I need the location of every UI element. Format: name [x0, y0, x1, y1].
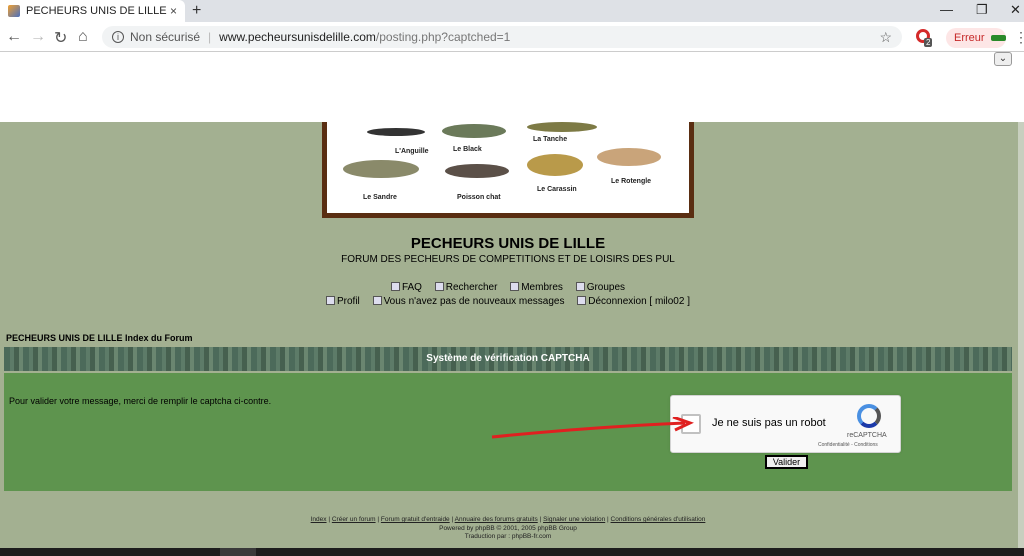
- recaptcha-widget: Je ne suis pas un robot reCAPTCHA Confid…: [670, 395, 901, 453]
- page-viewport: ⌄ L'Anguille Le Black La Tanche Le Sandr…: [0, 52, 1024, 548]
- info-icon[interactable]: i: [112, 31, 124, 43]
- tab-title: PECHEURS UNIS DE LILLE ::: [26, 5, 170, 17]
- nav-faq[interactable]: FAQ: [390, 282, 422, 293]
- battery-icon: [990, 35, 1006, 41]
- profile-icon: [325, 296, 335, 305]
- header-whitespace: [0, 52, 1024, 122]
- divider: |: [208, 30, 212, 44]
- nav-groups[interactable]: Groupes: [575, 282, 626, 293]
- fish-label: L'Anguille: [395, 148, 429, 155]
- nav-row-user: Profil Vous n'avez pas de nouveaux messa…: [0, 296, 1016, 307]
- tench-icon: [527, 122, 597, 132]
- nav-faq-label: FAQ: [401, 282, 422, 293]
- close-window-icon[interactable]: ✕: [1010, 2, 1021, 18]
- url-path: /posting.php?captched=1: [375, 30, 511, 44]
- recaptcha-logo-icon: [857, 404, 881, 428]
- nav-groups-label: Groupes: [586, 282, 626, 293]
- footer-link[interactable]: Conditions générales d'utilisation: [611, 516, 706, 523]
- site-description: FORUM DES PECHEURS DE COMPETITIONS ET DE…: [341, 254, 675, 265]
- red-arrow-annotation: [491, 417, 694, 439]
- recaptcha-label: Je ne suis pas un robot: [712, 417, 826, 429]
- nav-members[interactable]: Membres: [510, 282, 563, 293]
- close-tab-icon[interactable]: ×: [170, 4, 177, 18]
- nav-search-label: Rechercher: [445, 282, 498, 293]
- captcha-message: Pour valider votre message, merci de rem…: [9, 396, 272, 406]
- home-icon[interactable]: ⌂: [78, 28, 88, 46]
- banner-image: L'Anguille Le Black La Tanche Le Sandre …: [327, 122, 689, 213]
- site-favicon-icon: [8, 5, 20, 17]
- bookmark-star-icon[interactable]: ☆: [879, 29, 892, 46]
- minimize-icon[interactable]: —: [940, 2, 953, 17]
- eel-icon: [367, 128, 425, 136]
- search-icon: [434, 282, 444, 291]
- scroll-down-icon[interactable]: ⌄: [994, 52, 1012, 66]
- nav-messages[interactable]: Vous n'avez pas de nouveaux messages: [372, 296, 565, 307]
- footer-powered: Powered by phpBB © 2001, 2005 phpBB Grou…: [439, 525, 577, 532]
- logout-icon: [577, 296, 587, 305]
- recaptcha-terms[interactable]: Confidentialité - Conditions: [818, 442, 878, 448]
- fish-label: Le Black: [453, 146, 482, 153]
- browser-toolbar: ← → ↻ ⌂ i Non sécurisé | www.pecheursuni…: [0, 22, 1024, 52]
- breadcrumb[interactable]: PECHEURS UNIS DE LILLE Index du Forum: [6, 333, 193, 343]
- catfish-icon: [445, 164, 509, 178]
- security-label: Non sécurisé: [130, 30, 201, 44]
- crucian-icon: [527, 154, 583, 176]
- scrollbar[interactable]: [1018, 122, 1024, 548]
- nav-logout[interactable]: Déconnexion [ milo02 ]: [577, 296, 690, 307]
- nav-search[interactable]: Rechercher: [434, 282, 498, 293]
- taskbar: [0, 548, 1024, 556]
- reload-icon[interactable]: ↻: [54, 28, 67, 48]
- arrow-shaft: [491, 421, 686, 439]
- submit-button[interactable]: Valider: [765, 455, 808, 469]
- nav-messages-label: Vous n'avez pas de nouveaux messages: [383, 296, 565, 307]
- rudd-icon: [597, 148, 661, 166]
- recaptcha-brand: reCAPTCHA: [847, 432, 887, 439]
- captcha-panel-header: Système de vérification CAPTCHA: [4, 347, 1012, 371]
- faq-icon: [390, 282, 400, 291]
- footer-translation: Traduction par : phpBB-fr.com: [464, 533, 552, 540]
- restore-icon[interactable]: ❐: [976, 2, 988, 18]
- nav-logout-label: Déconnexion [ milo02 ]: [588, 296, 690, 307]
- fish-label: Le Rotengle: [611, 178, 652, 185]
- nav-profile[interactable]: Profil: [325, 296, 360, 307]
- fish-label: La Tanche: [533, 136, 568, 143]
- nav-members-label: Membres: [521, 282, 563, 293]
- url-host: www.pecheursunisdelille.com: [219, 30, 376, 44]
- error-label: Erreur: [954, 32, 985, 44]
- members-icon: [510, 282, 520, 291]
- fish-label: Poisson chat: [457, 194, 501, 201]
- forward-icon[interactable]: →: [30, 28, 46, 46]
- footer-links: Index | Créer un forum | Forum gratuit d…: [310, 516, 706, 523]
- browser-tab[interactable]: PECHEURS UNIS DE LILLE :: ×: [0, 0, 185, 22]
- groups-icon: [575, 282, 585, 291]
- error-button[interactable]: Erreur: [946, 28, 1006, 48]
- tab-strip: PECHEURS UNIS DE LILLE :: × + — ❐ ✕: [0, 0, 1024, 22]
- footer-link[interactable]: Annuaire des forums gratuits: [455, 516, 538, 523]
- new-tab-button[interactable]: +: [192, 2, 201, 20]
- forum-banner: L'Anguille Le Black La Tanche Le Sandre …: [322, 122, 694, 218]
- back-icon[interactable]: ←: [6, 28, 22, 46]
- footer-link[interactable]: Signaler une violation: [543, 516, 605, 523]
- nav-row-main: FAQ Rechercher Membres Groupes: [0, 282, 1016, 293]
- address-bar[interactable]: i Non sécurisé | www.pecheursunisdelille…: [102, 26, 902, 48]
- site-title[interactable]: PECHEURS UNIS DE LILLE: [0, 235, 1016, 252]
- nav-profile-label: Profil: [336, 296, 360, 307]
- extension-badge: 2: [924, 38, 933, 47]
- footer-link[interactable]: Index: [311, 516, 327, 523]
- fish-label: Le Sandre: [363, 194, 397, 201]
- menu-icon[interactable]: ⋮: [1014, 29, 1024, 46]
- taskbar-active-app[interactable]: [220, 548, 256, 556]
- zander-icon: [343, 160, 419, 178]
- footer-link[interactable]: Créer un forum: [332, 516, 376, 523]
- footer-link[interactable]: Forum gratuit d'entraide: [381, 516, 450, 523]
- messages-icon: [372, 296, 382, 305]
- fish-label: Le Carassin: [537, 186, 577, 193]
- bass-icon: [442, 124, 506, 138]
